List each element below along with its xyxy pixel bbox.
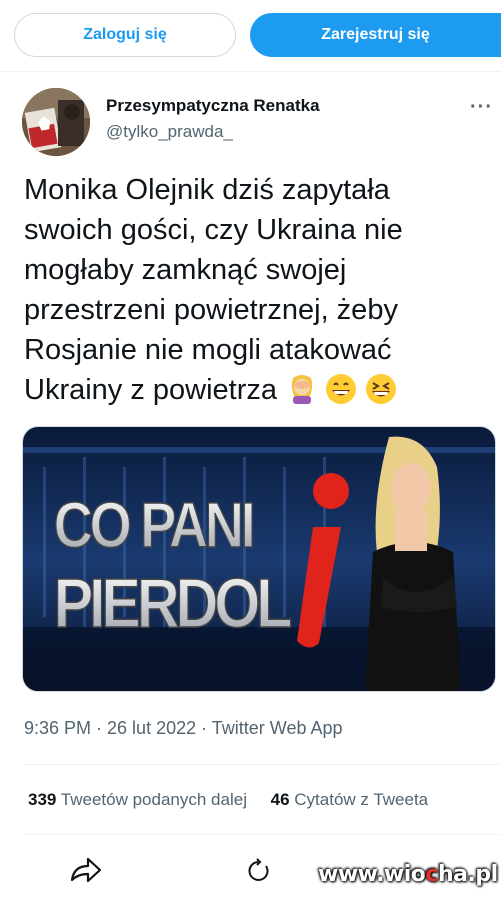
tweet-text-line: mogłaby zamknąć swojej [24,254,347,286]
tweet-text-line: swoich gości, czy Ukraina nie [24,214,403,246]
tv-show-image: CO PANI PIERDOL [23,427,495,691]
tweet-text-line: Rosjanie nie mogli atakować [24,334,392,366]
retweets-stat[interactable]: 339 Tweetów podanych dalej [28,790,247,809]
tweet-text-line: Monika Olejnik dziś zapytała [24,174,390,206]
more-options-icon[interactable]: ··· [470,96,493,119]
watermark: www.wiocha.pl [318,862,498,887]
tweet-text-line: Ukrainy z powietrza [24,374,278,406]
watermark-text-pre: www.wio [318,862,426,887]
avatar-image [22,88,90,156]
facepalm-woman-emoji-icon [291,375,313,404]
top-bar: Zaloguj się Zarejestruj się [0,0,501,72]
image-caption-line1: CO PANI [54,489,253,561]
refresh-icon[interactable] [246,858,272,884]
watermark-text-accent: c [425,862,438,887]
tweet-text: Monika Olejnik dziś zapytała swoich gośc… [24,170,484,410]
retweets-label: Tweetów podanych dalej [60,790,247,809]
avatar[interactable] [22,88,90,156]
laughing-face-emoji-icon [366,374,397,404]
retweets-count: 339 [28,790,57,809]
author-name[interactable]: Przesympatyczna Renatka [106,96,320,116]
tweet-text-last-line: Ukrainy z powietrza [24,370,484,410]
quotes-count: 46 [270,790,290,809]
watermark-text-post: ha.pl [437,862,498,887]
share-icon[interactable] [68,852,104,888]
divider [24,764,501,765]
image-caption-line2: PIERDOL [54,563,291,642]
tweet-image[interactable]: CO PANI PIERDOL [22,426,496,692]
tweet-text-line: przestrzeni powietrznej, żeby [24,294,398,326]
author-handle[interactable]: @tylko_prawda_ [106,122,233,142]
quotes-label: Cytatów z Tweeta [294,790,429,809]
tweet-stats: 339 Tweetów podanych dalej 46 Cytatów z … [28,790,428,810]
register-button[interactable]: Zarejestruj się [250,13,501,57]
login-button[interactable]: Zaloguj się [14,13,236,57]
grinning-face-emoji-icon [326,374,357,404]
divider [24,834,501,835]
quotes-stat[interactable]: 46 Cytatów z Tweeta [271,790,429,809]
tweet-timestamp[interactable]: 9:36 PM · 26 lut 2022 · Twitter Web App [24,718,343,739]
